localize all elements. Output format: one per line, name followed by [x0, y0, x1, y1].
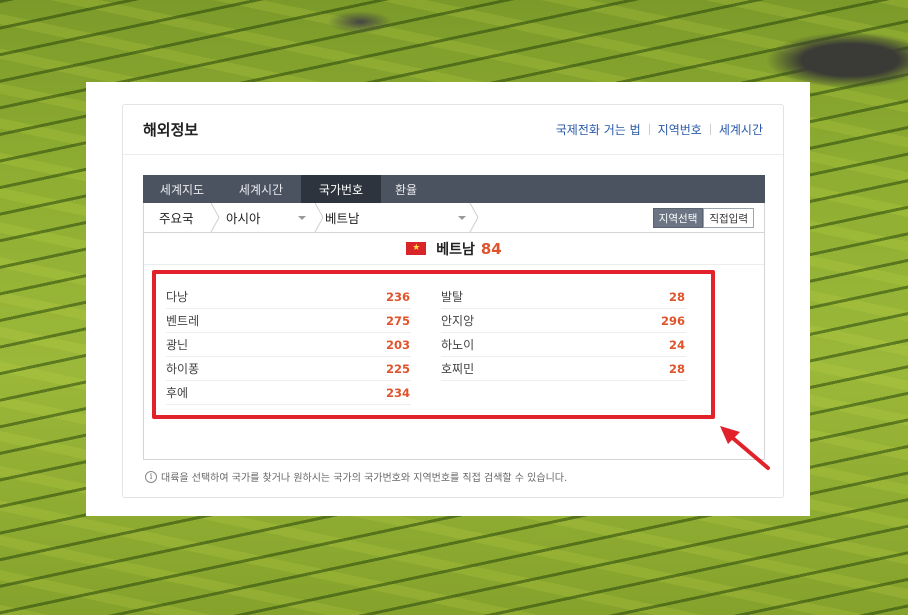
- continent-select[interactable]: 아시아: [226, 203, 321, 232]
- mode-toggle: 지역선택 직접입력: [652, 208, 754, 228]
- chevron-down-icon[interactable]: [458, 216, 466, 220]
- country-header: ★ 베트남 84: [144, 233, 764, 265]
- country-select-value: 베트남: [325, 211, 360, 226]
- help-note-text: 대륙을 선택하여 국가를 찾거나 원하시는 국가의 국가번호와 지역번호를 직접…: [161, 473, 568, 484]
- header-links: 국제전화 거는 법 지역번호 세계시간: [556, 121, 763, 138]
- chevron-right-icon: [314, 203, 324, 232]
- tab-bar: 세계지도 세계시간 국가번호 환율: [143, 175, 765, 203]
- region-breadcrumb: 주요국 아시아 베트남 지역선택 직접입력: [143, 203, 765, 233]
- divider: [709, 124, 711, 135]
- divider: [648, 124, 650, 135]
- direct-input-button[interactable]: 직접입력: [703, 208, 754, 228]
- arrow-annotation-icon: [720, 426, 770, 470]
- tab-exchange-rate[interactable]: 환율: [381, 175, 431, 203]
- chevron-down-icon[interactable]: [298, 216, 306, 220]
- continent-select-value: 아시아: [226, 211, 261, 226]
- country-code: 84: [480, 239, 502, 258]
- tab-world-map[interactable]: 세계지도: [143, 175, 221, 203]
- region-select-button[interactable]: 지역선택: [652, 208, 704, 228]
- info-icon: i: [145, 470, 157, 483]
- link-area-code[interactable]: 지역번호: [658, 121, 702, 138]
- tab-world-time[interactable]: 세계시간: [221, 175, 301, 203]
- page-title: 해외정보: [143, 121, 199, 139]
- chevron-right-icon: [210, 203, 220, 232]
- link-world-time[interactable]: 세계시간: [719, 121, 763, 138]
- country-select[interactable]: 베트남: [325, 203, 465, 232]
- card-header: 해외정보 국제전화 거는 법 지역번호 세계시간: [123, 105, 783, 155]
- chevron-right-icon: [469, 203, 479, 232]
- country-name: 베트남: [436, 241, 475, 258]
- highlight-box: [152, 270, 715, 419]
- link-intl-call-guide[interactable]: 국제전화 거는 법: [556, 121, 641, 138]
- crumb-major-countries[interactable]: 주요국: [159, 203, 209, 232]
- tab-country-code[interactable]: 국가번호: [301, 175, 381, 203]
- vietnam-flag-icon: ★: [406, 242, 427, 255]
- help-note: i 대륙을 선택하여 국가를 찾거나 원하시는 국가의 국가번호와 지역번호를 …: [145, 469, 567, 484]
